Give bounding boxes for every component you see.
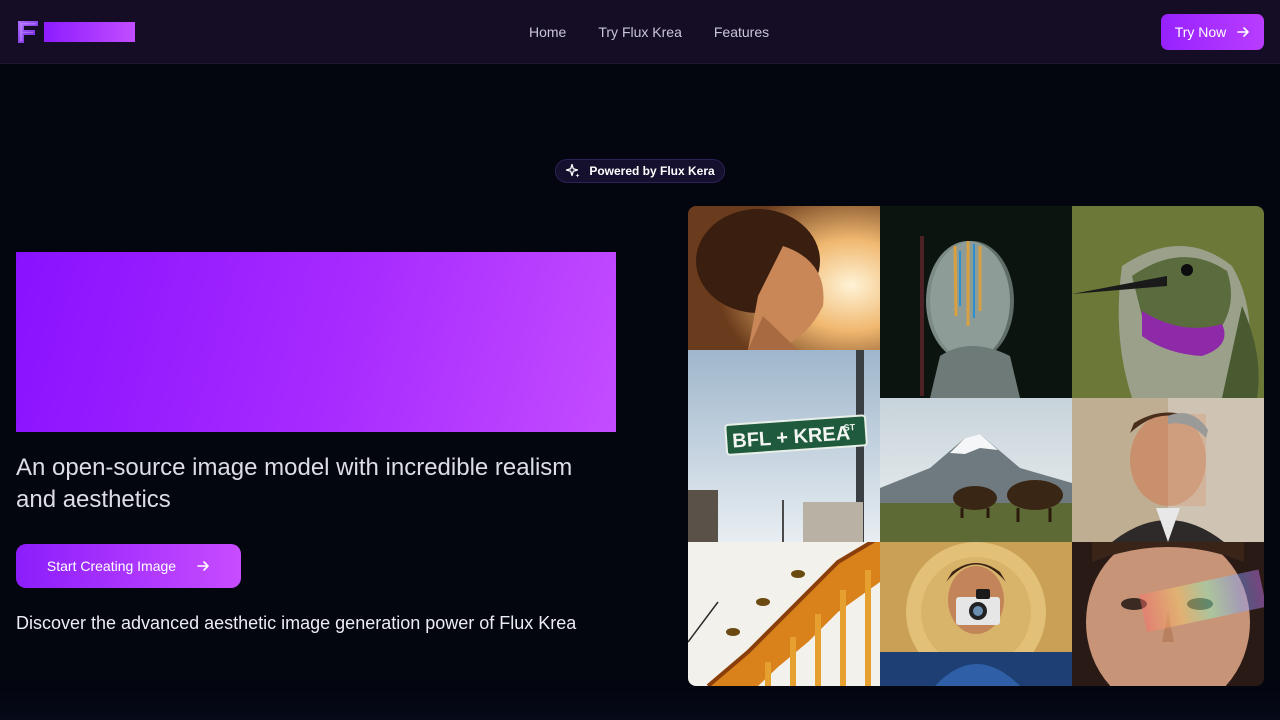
arrow-right-icon xyxy=(1237,27,1250,37)
logo-wordmark[interactable] xyxy=(44,22,135,42)
gallery-image-glitch-portrait[interactable] xyxy=(880,206,1072,398)
gallery-image-split-portrait[interactable] xyxy=(1072,398,1264,542)
gallery-image-street-sign[interactable]: BFL + KREA ST xyxy=(688,350,880,542)
try-now-button[interactable]: Try Now xyxy=(1161,14,1264,50)
navbar: Home Try Flux Krea Features Try Now xyxy=(0,0,1280,64)
gallery-image-curly-hair-portrait[interactable] xyxy=(688,206,880,350)
arrow-right-icon xyxy=(197,561,209,571)
hero-description: Discover the advanced aesthetic image ge… xyxy=(16,613,577,633)
sparkle-icon xyxy=(566,163,580,178)
gallery-image-bees-stairs[interactable] xyxy=(688,542,880,686)
hero-title-banner xyxy=(16,252,616,432)
page-bottom-edge xyxy=(0,686,1280,720)
gallery-image-mosaic-camera[interactable] xyxy=(880,542,1072,686)
nav-link-home[interactable]: Home xyxy=(513,24,582,40)
main-nav: Home Try Flux Krea Features xyxy=(513,0,785,64)
start-creating-label: Start Creating Image xyxy=(46,558,177,574)
street-sign-suffix: ST xyxy=(843,422,856,433)
logo-icon[interactable] xyxy=(16,19,40,45)
gallery-column-3 xyxy=(1072,206,1264,686)
sample-gallery: BFL + KREA ST xyxy=(688,206,1264,686)
gallery-column-1: BFL + KREA ST xyxy=(688,206,880,686)
powered-by-badge: Powered by Flux Kera xyxy=(555,159,725,183)
gallery-column-2 xyxy=(880,206,1072,686)
gallery-image-mountain-cows[interactable] xyxy=(880,398,1072,542)
try-now-label: Try Now xyxy=(1174,24,1227,40)
start-creating-button[interactable]: Start Creating Image xyxy=(16,544,241,588)
gallery-image-prism-face[interactable] xyxy=(1072,542,1264,686)
hero-tagline: An open-source image model with incredib… xyxy=(16,454,573,513)
nav-link-features[interactable]: Features xyxy=(698,24,785,40)
nav-link-try-flux-krea[interactable]: Try Flux Krea xyxy=(582,24,698,40)
gallery-image-hummingbird[interactable] xyxy=(1072,206,1264,398)
badge-label: Powered by Flux Kera xyxy=(589,164,715,178)
